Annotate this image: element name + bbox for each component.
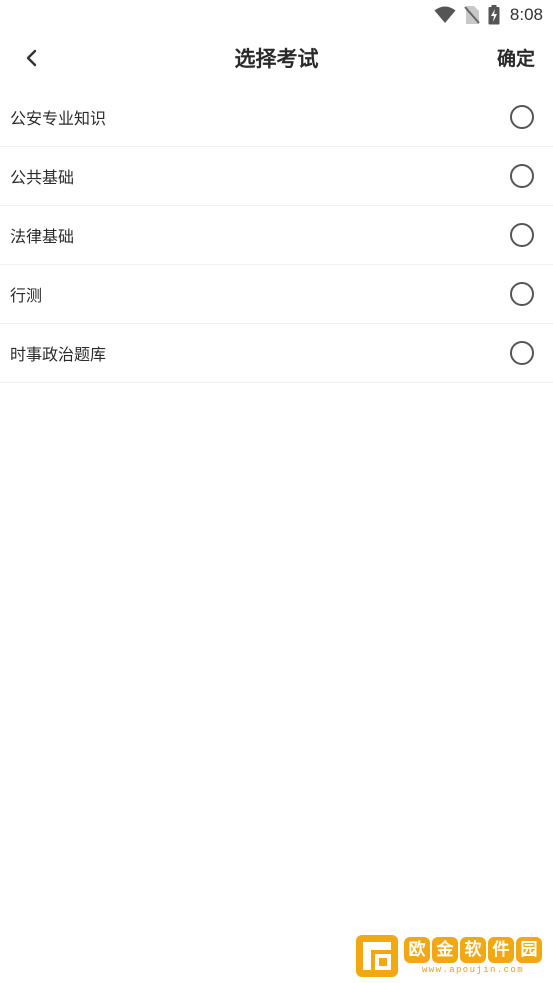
confirm-button[interactable]: 确定	[497, 30, 535, 88]
battery-charging-icon	[488, 5, 500, 25]
no-sim-icon	[464, 5, 480, 25]
watermark-char: 园	[516, 937, 542, 963]
exam-option-public-security[interactable]: 公安专业知识	[0, 88, 553, 147]
header: 选择考试 确定	[0, 30, 553, 88]
radio-button[interactable]	[510, 164, 534, 188]
exam-option-law-basics[interactable]: 法律基础	[0, 206, 553, 265]
exam-option-label: 行测	[10, 286, 43, 305]
watermark-chars: 欧 金 软 件 园	[404, 937, 542, 963]
exam-option-current-affairs[interactable]: 时事政治题库	[0, 324, 553, 383]
watermark-char: 金	[432, 937, 458, 963]
exam-option-public-basics[interactable]: 公共基础	[0, 147, 553, 206]
exam-option-label: 法律基础	[10, 227, 75, 246]
page-title: 选择考试	[234, 47, 319, 71]
status-time: 8:08	[509, 5, 543, 24]
watermark: 欧 金 软 件 园 www.apoujin.com	[355, 932, 547, 980]
status-bar: 8:08	[0, 0, 553, 30]
radio-button[interactable]	[510, 223, 534, 247]
exam-list: 公安专业知识 公共基础 法律基础 行测 时事政治题库	[0, 88, 553, 383]
radio-button[interactable]	[510, 105, 534, 129]
watermark-char: 件	[488, 937, 514, 963]
radio-button[interactable]	[510, 341, 534, 365]
watermark-char: 软	[460, 937, 486, 963]
watermark-logo-icon	[355, 934, 399, 978]
exam-option-aptitude[interactable]: 行测	[0, 265, 553, 324]
radio-button[interactable]	[510, 282, 534, 306]
watermark-char: 欧	[404, 937, 430, 963]
wifi-icon	[434, 6, 456, 24]
watermark-text: 欧 金 软 件 园 www.apoujin.com	[404, 937, 542, 975]
exam-option-label: 时事政治题库	[10, 345, 107, 364]
watermark-url: www.apoujin.com	[421, 965, 524, 975]
exam-option-label: 公共基础	[10, 168, 75, 187]
exam-option-label: 公安专业知识	[10, 109, 107, 128]
